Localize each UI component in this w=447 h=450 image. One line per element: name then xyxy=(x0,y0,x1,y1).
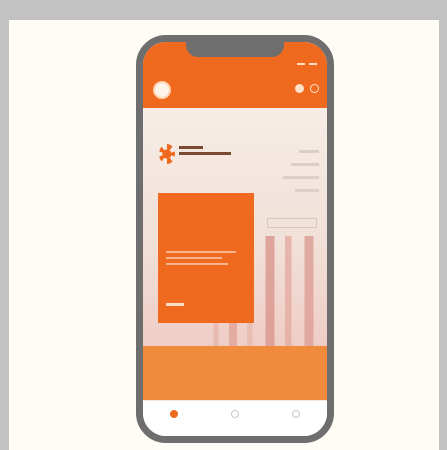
brand-logo-icon xyxy=(159,144,175,164)
main-content xyxy=(143,108,327,404)
hero-decoration xyxy=(265,150,319,202)
tab-home[interactable] xyxy=(149,410,199,427)
notice-band xyxy=(143,346,327,404)
profile-icon xyxy=(292,410,301,418)
app-logo[interactable] xyxy=(153,81,171,99)
menu-icon[interactable] xyxy=(310,84,319,93)
list-icon xyxy=(230,410,239,418)
status-bar xyxy=(297,60,317,65)
user-icon[interactable] xyxy=(295,84,304,93)
hero-decoration-box xyxy=(267,218,317,228)
promo-card[interactable] xyxy=(158,193,254,323)
hero-banner[interactable] xyxy=(143,108,327,346)
battery-icon xyxy=(309,63,317,65)
brand-text-block xyxy=(179,146,231,158)
device-preview-stage xyxy=(9,20,439,450)
promo-subtitle xyxy=(166,251,236,269)
header-actions xyxy=(295,84,319,93)
promo-link[interactable] xyxy=(166,303,184,306)
phone-notch xyxy=(186,42,284,57)
signal-icon xyxy=(297,63,305,65)
tab-profile[interactable] xyxy=(271,410,321,427)
tab-list[interactable] xyxy=(210,410,260,427)
phone-frame xyxy=(136,35,334,443)
bottom-tab-bar xyxy=(143,400,327,436)
home-icon xyxy=(169,410,178,418)
